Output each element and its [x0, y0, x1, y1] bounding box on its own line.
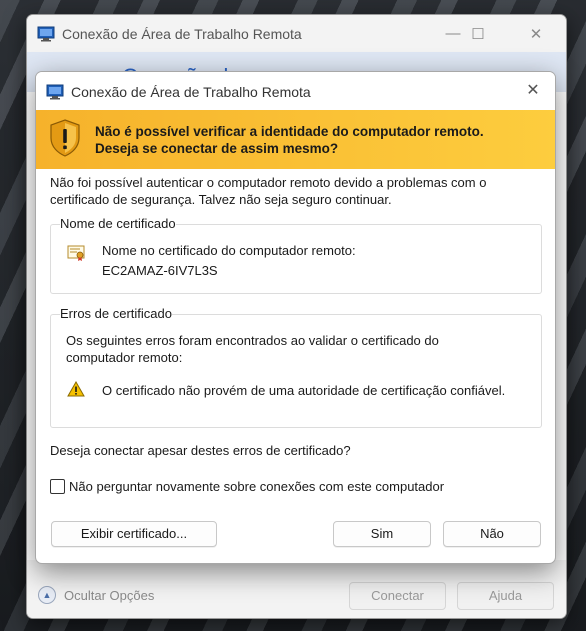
intro-text: Não foi possível autenticar o computador… [50, 174, 520, 208]
shield-warning-icon [50, 119, 80, 157]
dont-ask-again-label[interactable]: Não perguntar novamente sobre conexões c… [69, 479, 444, 494]
certificate-error-item: O certificado não provém de uma autorida… [102, 383, 506, 398]
connect-button[interactable]: Conectar [349, 582, 446, 610]
view-certificate-button[interactable]: Exibir certificado... [51, 521, 217, 547]
errors-desc-line-2: computador remoto: [66, 350, 183, 365]
dialog-titlebar: Conexão de Área de Trabalho Remota ✕ [36, 72, 555, 110]
outer-titlebar: Conexão de Área de Trabalho Remota — ☐ ✕ [27, 15, 566, 52]
certificate-errors-group: Erros de certificado Os seguintes erros … [50, 306, 542, 428]
outer-window-title: Conexão de Área de Trabalho Remota [62, 26, 302, 42]
maximize-icon[interactable]: ☐ [468, 25, 488, 43]
certificate-name-group: Nome de certificado Nome no certificado … [50, 216, 542, 294]
warning-message: Não é possível verificar a identidade do… [95, 123, 484, 157]
warning-line-1: Não é possível verificar a identidade do… [95, 124, 484, 139]
warning-line-2: Deseja se conectar de assim mesmo? [95, 141, 339, 156]
dont-ask-again-checkbox[interactable] [50, 479, 65, 494]
help-button[interactable]: Ajuda [457, 582, 554, 610]
yes-button[interactable]: Sim [333, 521, 431, 547]
hide-options-label: Ocultar Opções [64, 587, 155, 603]
certificate-icon [67, 245, 85, 261]
hide-options-toggle[interactable]: ▲ Ocultar Opções [38, 586, 154, 604]
dont-ask-again-row[interactable]: Não perguntar novamente sobre conexões c… [50, 479, 444, 494]
no-button[interactable]: Não [443, 521, 541, 547]
close-icon[interactable]: ✕ [526, 25, 546, 43]
certificate-warning-dialog: Conexão de Área de Trabalho Remota ✕ Não… [35, 71, 556, 564]
connect-question: Deseja conectar apesar destes erros de c… [50, 443, 351, 458]
remote-desktop-icon [46, 84, 64, 100]
certificate-name-group-title: Nome de certificado [60, 216, 176, 231]
intro-line-2: certificado de segurança. Talvez não sej… [50, 192, 392, 207]
warning-banner: Não é possível verificar a identidade do… [36, 110, 555, 169]
certificate-errors-description: Os seguintes erros foram encontrados ao … [66, 332, 439, 366]
close-icon[interactable]: ✕ [523, 81, 543, 101]
remote-desktop-icon [37, 26, 55, 42]
intro-line-1: Não foi possível autenticar o computador… [50, 175, 487, 190]
dialog-title: Conexão de Área de Trabalho Remota [71, 84, 311, 100]
minimize-icon[interactable]: — [443, 25, 463, 42]
chevron-up-icon: ▲ [38, 586, 56, 604]
certificate-name-label: Nome no certificado do computador remoto… [102, 243, 356, 258]
warning-triangle-icon [67, 381, 85, 397]
certificate-name-value: EC2AMAZ-6IV7L3S [102, 263, 218, 278]
errors-desc-line-1: Os seguintes erros foram encontrados ao … [66, 333, 439, 348]
certificate-errors-group-title: Erros de certificado [60, 306, 172, 321]
